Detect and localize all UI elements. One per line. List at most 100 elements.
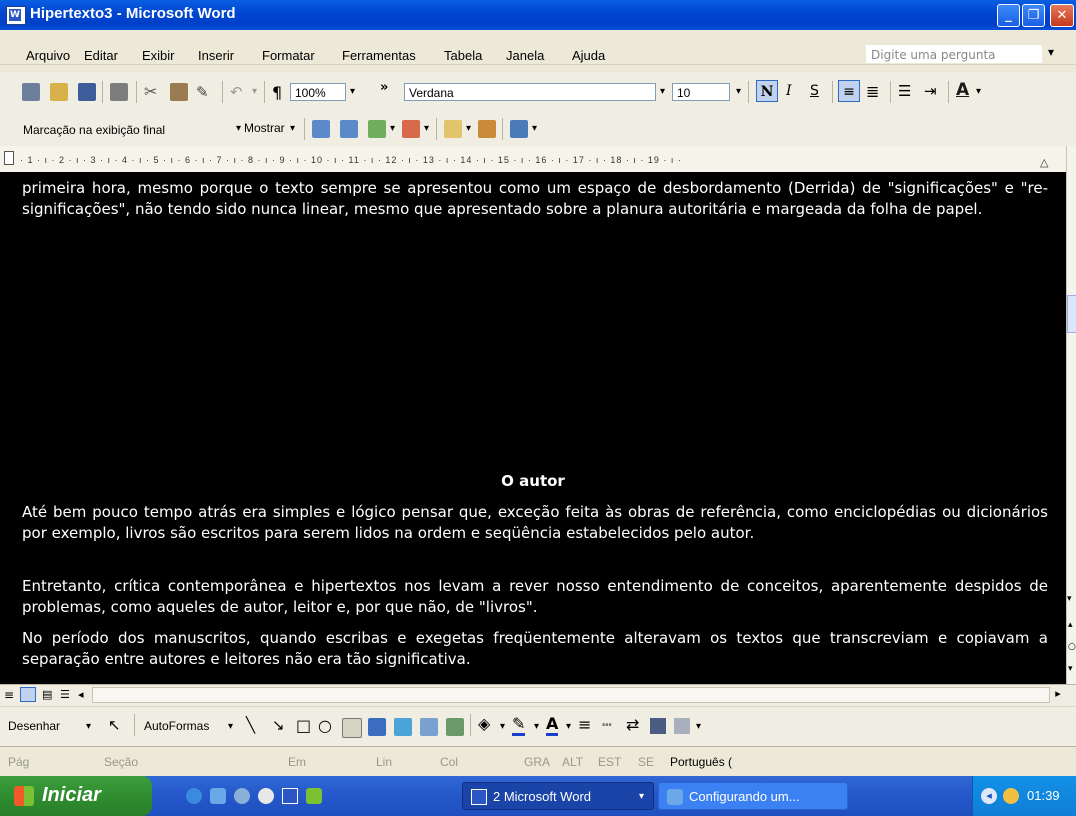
show-menu-button[interactable]: Mostrar: [244, 121, 285, 135]
internet-explorer-icon[interactable]: [186, 788, 202, 804]
cut-icon[interactable]: ✂: [144, 83, 162, 101]
justify-button[interactable]: ≡: [838, 80, 860, 102]
draw-font-color-dropdown-icon[interactable]: ▾: [566, 721, 571, 732]
outline-view-icon[interactable]: ☰: [60, 688, 70, 701]
wordart-icon[interactable]: [368, 718, 386, 736]
save-icon[interactable]: [78, 83, 96, 101]
undo-icon[interactable]: ↶: [230, 83, 248, 101]
task-configurando[interactable]: Configurando um...: [658, 782, 848, 810]
paste-icon[interactable]: [170, 83, 188, 101]
scroll-down-arrow-icon[interactable]: ▾: [1067, 594, 1072, 604]
clipart-icon[interactable]: [420, 718, 438, 736]
open-folder-icon[interactable]: [50, 83, 68, 101]
menu-ajuda[interactable]: Ajuda: [572, 48, 605, 63]
document-area[interactable]: primeira hora, mesmo porque o texto semp…: [0, 172, 1066, 684]
browse-object-icon[interactable]: ○: [1068, 642, 1076, 652]
menu-arquivo[interactable]: Arquivo: [26, 48, 70, 63]
previous-page-icon[interactable]: ▴: [1068, 620, 1073, 630]
format-painter-icon[interactable]: ✎: [196, 83, 214, 101]
shadow-style-icon[interactable]: [650, 718, 666, 734]
ask-question-input[interactable]: Digite uma pergunta: [866, 45, 1042, 63]
draw-options-icon[interactable]: ▾: [696, 721, 701, 732]
word-app-icon[interactable]: W: [6, 6, 26, 25]
select-objects-icon[interactable]: ↖: [108, 716, 121, 734]
show-dropdown-icon[interactable]: ▾: [290, 123, 295, 134]
accept-change-icon[interactable]: [368, 120, 386, 138]
line-color-dropdown-icon[interactable]: ▾: [534, 721, 539, 732]
horizontal-ruler[interactable]: · 1 · ı · 2 · ı · 3 · ı · 4 · ı · 5 · ı …: [0, 146, 1066, 173]
menu-janela[interactable]: Janela: [506, 48, 544, 63]
diagram-icon[interactable]: [394, 718, 412, 736]
line-color-icon[interactable]: ✎: [512, 714, 526, 736]
draw-dropdown-icon[interactable]: ▾: [86, 721, 91, 732]
arrow-style-icon[interactable]: ⇄: [626, 715, 639, 734]
oval-icon[interactable]: ○: [318, 716, 332, 735]
bullets-icon[interactable]: ☰: [898, 82, 911, 100]
print-icon[interactable]: [110, 83, 128, 101]
align-justify-icon[interactable]: ≣: [866, 82, 879, 101]
minimize-button[interactable]: _: [997, 4, 1020, 27]
new-comment-icon[interactable]: [444, 120, 462, 138]
vertical-scroll-thumb[interactable]: [1067, 295, 1076, 333]
scroll-left-arrow-icon[interactable]: ◂: [78, 688, 84, 701]
indent-icon[interactable]: ⇥: [924, 82, 937, 100]
show-desktop-icon[interactable]: [210, 788, 226, 804]
close-button[interactable]: ✕: [1050, 4, 1074, 27]
ask-dropdown-arrow-icon[interactable]: ▾: [1048, 45, 1054, 59]
fill-color-icon[interactable]: ◈: [478, 714, 491, 736]
rectangle-icon[interactable]: □: [296, 716, 311, 735]
status-extend[interactable]: EST: [598, 755, 621, 769]
tray-expand-icon[interactable]: ◂: [981, 788, 997, 804]
media-player-icon[interactable]: [234, 788, 250, 804]
line-icon[interactable]: ╲: [246, 716, 255, 734]
reject-dropdown-icon[interactable]: ▾: [424, 123, 429, 134]
show-formatting-icon[interactable]: ¶: [272, 83, 282, 102]
menu-inserir[interactable]: Inserir: [198, 48, 234, 63]
menu-exibir[interactable]: Exibir: [142, 48, 175, 63]
font-size-select[interactable]: 10: [672, 83, 730, 101]
next-page-icon[interactable]: ▾: [1068, 664, 1073, 674]
undo-dropdown-icon[interactable]: ▾: [252, 86, 257, 97]
menu-editar[interactable]: Editar: [84, 48, 118, 63]
print-layout-view-icon[interactable]: ▤: [42, 688, 52, 701]
menu-tabela[interactable]: Tabela: [444, 48, 482, 63]
title-bar[interactable]: W Hipertexto3 - Microsoft Word _ ❐ ✕: [0, 0, 1076, 30]
messenger-icon[interactable]: [306, 788, 322, 804]
accept-dropdown-icon[interactable]: ▾: [390, 123, 395, 134]
menu-ferramentas[interactable]: Ferramentas: [342, 48, 416, 63]
zoom-select[interactable]: 100%: [290, 83, 346, 101]
previous-change-icon[interactable]: [312, 120, 330, 138]
normal-view-icon[interactable]: ≡: [4, 688, 14, 702]
toolbar-options-icon[interactable]: ▾: [532, 123, 537, 134]
3d-style-icon[interactable]: [674, 718, 690, 734]
font-color-icon[interactable]: A: [956, 80, 969, 100]
menu-formatar[interactable]: Formatar: [262, 48, 315, 63]
status-track-changes[interactable]: ALT: [562, 755, 583, 769]
zoom-dropdown-icon[interactable]: ▾: [350, 86, 355, 97]
word-quicklaunch-icon[interactable]: [282, 788, 298, 804]
size-dropdown-icon[interactable]: ▾: [736, 86, 741, 97]
markup-dropdown-icon[interactable]: ▾: [236, 123, 241, 134]
reviewing-pane-icon[interactable]: [510, 120, 528, 138]
markup-view-select[interactable]: Marcação na exibição final: [18, 120, 232, 138]
comment-dropdown-icon[interactable]: ▾: [466, 123, 471, 134]
font-select[interactable]: Verdana: [404, 83, 656, 101]
italic-button[interactable]: I: [786, 83, 792, 99]
bold-button[interactable]: N: [756, 80, 778, 102]
quicklaunch-app-icon[interactable]: [258, 788, 274, 804]
more-buttons-icon[interactable]: »: [380, 80, 388, 95]
arrow-icon[interactable]: ↘: [272, 716, 285, 734]
web-layout-view-icon[interactable]: [20, 687, 36, 702]
line-style-icon[interactable]: ≡: [578, 715, 591, 734]
insert-picture-icon[interactable]: [446, 718, 464, 736]
new-document-icon[interactable]: [22, 83, 40, 101]
text-box-icon[interactable]: [342, 718, 362, 738]
draw-font-color-icon[interactable]: A: [546, 714, 559, 736]
tab-selector-icon[interactable]: [4, 151, 14, 165]
status-record[interactable]: GRA: [524, 755, 550, 769]
task-microsoft-word[interactable]: 2 Microsoft Word ▾: [462, 782, 654, 810]
fill-color-dropdown-icon[interactable]: ▾: [500, 721, 505, 732]
draw-menu-button[interactable]: Desenhar: [8, 719, 60, 733]
network-tray-icon[interactable]: [1003, 788, 1019, 804]
font-dropdown-icon[interactable]: ▾: [660, 86, 665, 97]
